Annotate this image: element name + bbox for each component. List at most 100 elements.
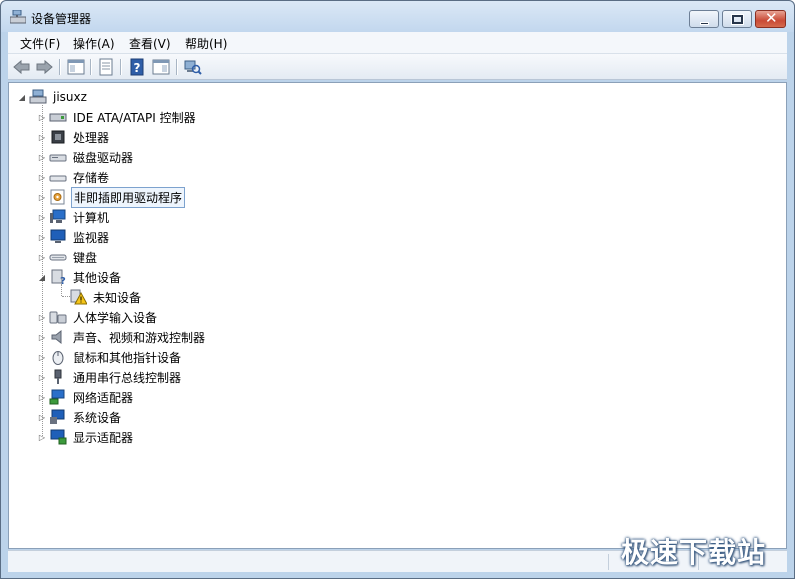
storage-volume-icon — [49, 175, 67, 182]
sound-icon — [51, 329, 62, 345]
tree-item-label: 鼠标和其他指针设备 — [73, 350, 182, 365]
disk-drive-icon — [49, 154, 67, 162]
back-icon[interactable] — [12, 58, 32, 76]
menu-file[interactable]: 文件(F) — [18, 35, 62, 52]
computer-icon — [50, 209, 66, 223]
tree-item-processor[interactable]: ▷ 处理器 — [37, 127, 111, 147]
maximize-button[interactable] — [722, 10, 752, 28]
ide-controller-icon — [49, 113, 67, 122]
tree-item-keyboard[interactable]: ▷ 键盘 — [37, 247, 99, 267]
tree-item-label: 非即插即用驱动程序 — [71, 186, 186, 208]
expand-arrow-icon[interactable]: ▷ — [37, 432, 47, 442]
expand-arrow-icon[interactable]: ▷ — [37, 232, 47, 242]
collapse-arrow-icon[interactable]: ◢ — [17, 92, 27, 102]
expand-arrow-icon[interactable]: ▷ — [37, 312, 47, 322]
tree-item-label: 人体学输入设备 — [73, 310, 158, 325]
toolbar-separator — [59, 59, 60, 75]
maximize-icon — [732, 15, 743, 24]
keyboard-icon — [49, 254, 67, 261]
tree-item-ide-controller[interactable]: ▷ IDE ATA/ATAPI 控制器 — [37, 107, 198, 127]
menu-help[interactable]: 帮助(H) — [183, 35, 229, 52]
menu-bar: 文件(F) 操作(A) 查看(V) 帮助(H) — [8, 32, 787, 54]
tree-item-monitor[interactable]: ▷ 监视器 — [37, 227, 111, 247]
status-divider — [608, 554, 609, 570]
title-bar[interactable]: 设备管理器 ✕ — [1, 1, 794, 32]
tree-item-hid[interactable]: ▷ 人体学输入设备 — [37, 307, 159, 327]
menu-action[interactable]: 操作(A) — [71, 35, 117, 52]
tree-item-mouse[interactable]: ▷ 鼠标和其他指针设备 — [37, 347, 183, 367]
hid-icon — [49, 311, 67, 324]
tree-item-label: 声音、视频和游戏控制器 — [73, 330, 206, 345]
toolbar-separator — [120, 59, 121, 75]
monitor-icon — [50, 229, 66, 243]
minimize-icon — [700, 22, 709, 25]
tree-item-label: 通用串行总线控制器 — [73, 370, 182, 385]
tree-item-display-adapter[interactable]: ▷ 显示适配器 — [37, 427, 135, 447]
tree-item-label: 计算机 — [73, 210, 110, 225]
processor-icon — [51, 130, 65, 144]
system-device-icon — [50, 409, 65, 424]
expand-arrow-icon[interactable]: ▷ — [37, 192, 47, 202]
tree-item-usb[interactable]: ▷ 通用串行总线控制器 — [37, 367, 183, 387]
tree-item-label: 键盘 — [73, 250, 98, 265]
properties-icon[interactable] — [96, 58, 116, 76]
device-manager-icon — [10, 10, 26, 24]
expand-arrow-icon[interactable]: ▷ — [37, 112, 47, 122]
expand-arrow-icon[interactable]: ▷ — [37, 332, 47, 342]
watermark-logo: 极速下载站 — [621, 536, 767, 569]
minimize-button[interactable] — [689, 10, 719, 28]
collapse-arrow-icon[interactable]: ◢ — [37, 272, 47, 282]
expand-arrow-icon[interactable]: ▷ — [37, 132, 47, 142]
tree-item-label: 处理器 — [73, 130, 110, 145]
tree-item-disk-drive[interactable]: ▷ 磁盘驱动器 — [37, 147, 135, 167]
tree-root-label: jisuxz — [53, 90, 87, 104]
tree-item-label: 监视器 — [73, 230, 110, 245]
help-icon[interactable]: ? — [127, 58, 147, 76]
tree-item-network-adapter[interactable]: ▷ 网络适配器 — [37, 387, 135, 407]
tree-item-non-pnp-driver[interactable]: ▷ 非即插即用驱动程序 — [37, 186, 186, 208]
show-hide-tree-icon[interactable] — [66, 58, 86, 76]
mouse-icon — [52, 351, 64, 365]
tree-item-unknown-device[interactable]: 未知设备 — [67, 287, 143, 307]
computer-root-icon — [29, 89, 47, 104]
tree-item-other-devices[interactable]: ◢ ? 其他设备 — [37, 267, 123, 287]
tree-root[interactable]: ◢ jisuxz — [17, 87, 89, 107]
expand-arrow-icon[interactable]: ▷ — [37, 372, 47, 382]
display-adapter-icon — [50, 429, 67, 445]
device-manager-window: 设备管理器 ✕ 文件(F) 操作(A) 查看(V) 帮助(H) ? ◢ jisu… — [0, 0, 795, 579]
menu-view[interactable]: 查看(V) — [127, 35, 173, 52]
device-tree[interactable]: ◢ jisuxz ▷ IDE ATA/ATAPI 控制器 ▷ 处理器 ▷ 磁盘驱… — [8, 82, 787, 549]
expand-arrow-icon[interactable]: ▷ — [37, 392, 47, 402]
other-devices-icon: ? — [51, 269, 66, 285]
tree-item-label: 磁盘驱动器 — [73, 150, 134, 165]
toolbar-separator — [90, 59, 91, 75]
expand-arrow-icon[interactable]: ▷ — [37, 172, 47, 182]
toolbar: ? — [8, 54, 787, 80]
svg-text:?: ? — [60, 276, 66, 285]
tree-item-storage-volume[interactable]: ▷ 存储卷 — [37, 167, 111, 187]
usb-icon — [54, 369, 62, 384]
expand-arrow-icon[interactable]: ▷ — [37, 352, 47, 362]
tree-item-label: 其他设备 — [73, 270, 122, 285]
window-title: 设备管理器 — [31, 12, 92, 26]
expand-arrow-icon[interactable]: ▷ — [37, 252, 47, 262]
expand-arrow-icon[interactable]: ▷ — [37, 412, 47, 422]
tree-item-computer[interactable]: ▷ 计算机 — [37, 207, 111, 227]
view-icon[interactable] — [151, 58, 171, 76]
tree-item-label: 网络适配器 — [73, 390, 134, 405]
tree-item-label: 存储卷 — [73, 170, 110, 185]
scan-hardware-icon[interactable] — [182, 58, 202, 76]
expand-arrow-icon[interactable]: ▷ — [37, 212, 47, 222]
forward-icon[interactable] — [34, 58, 54, 76]
svg-text:?: ? — [134, 61, 141, 75]
tree-item-label: 未知设备 — [93, 290, 142, 305]
unknown-device-warning-icon — [70, 289, 87, 305]
close-button[interactable]: ✕ — [755, 9, 786, 28]
expand-arrow-icon[interactable]: ▷ — [37, 152, 47, 162]
toolbar-separator — [176, 59, 177, 75]
tree-item-label: 显示适配器 — [73, 430, 134, 445]
non-pnp-driver-icon — [50, 189, 65, 205]
close-icon: ✕ — [765, 9, 778, 27]
tree-item-system-device[interactable]: ▷ 系统设备 — [37, 407, 123, 427]
tree-item-sound[interactable]: ▷ 声音、视频和游戏控制器 — [37, 327, 207, 347]
